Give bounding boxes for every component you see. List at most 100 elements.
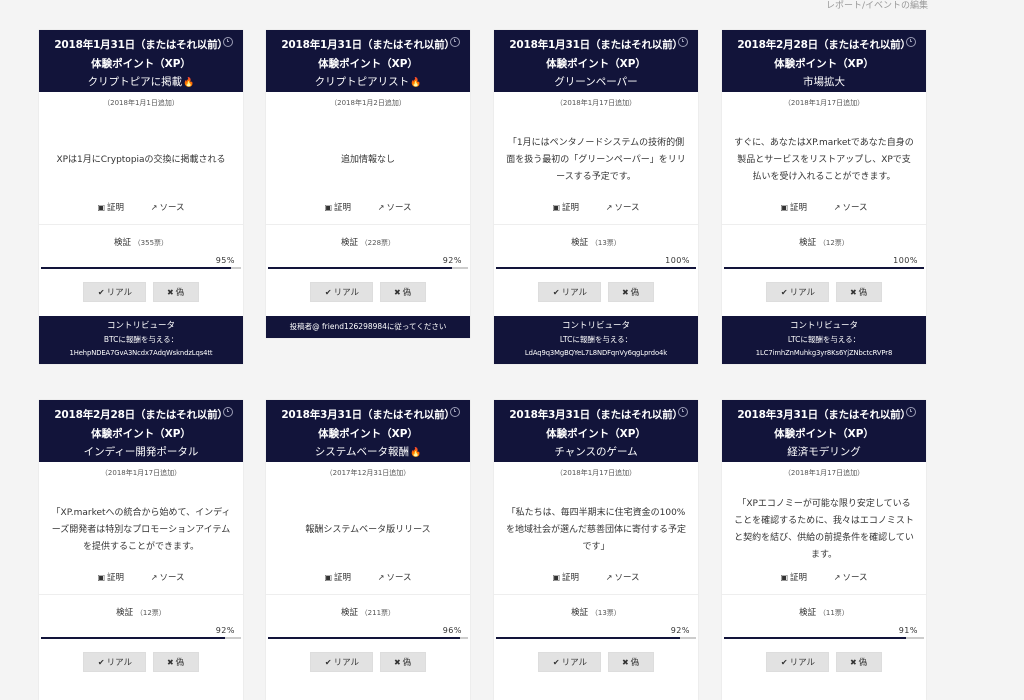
event-card: 2018年1月31日（またはそれ以前） 体験ポイント（XP） クリプトピアリスト… xyxy=(266,30,470,338)
vote-real-button[interactable]: ✔ リアル xyxy=(310,652,374,672)
added-date: （2017年12月31日追加） xyxy=(325,469,411,477)
event-title: チャンスのゲーム xyxy=(554,446,638,458)
divider xyxy=(39,224,243,225)
coin-name: 体験ポイント（XP） xyxy=(91,428,191,440)
vote-count: （11票） xyxy=(818,609,849,617)
vote-percent: 100% xyxy=(665,256,690,265)
fire-icon: 🔥 xyxy=(409,448,422,458)
event-description: 報酬システムベータ版リリース xyxy=(305,524,431,535)
vote-fake-button[interactable]: ✖ 偽 xyxy=(835,282,882,302)
proof-link[interactable]: ▣ 証明 xyxy=(552,201,579,213)
vote-fake-button[interactable]: ✖ 偽 xyxy=(152,282,199,302)
wallet-address: 1HehpNDEA7GvA3Ncdx7AdqWskndzLqs4tt xyxy=(69,349,213,357)
vote-count: （12票） xyxy=(818,239,849,247)
source-link[interactable]: ↗ ソース xyxy=(606,201,640,213)
source-link[interactable]: ↗ ソース xyxy=(151,571,185,583)
vote-fake-button[interactable]: ✖ 偽 xyxy=(379,652,426,672)
reward-label: BTCに報酬を与える： xyxy=(103,335,179,344)
vote-fake-button[interactable]: ✖ 偽 xyxy=(607,282,654,302)
event-date: 2018年1月31日（またはそれ以前） xyxy=(281,39,455,51)
event-description: XPは1月にCryptopiaの交換に掲載される xyxy=(56,154,226,165)
contributor-title: コントリビュータ xyxy=(106,321,175,331)
event-card: 2018年2月28日（またはそれ以前） 体験ポイント（XP） インディー開発ポー… xyxy=(39,400,243,700)
x-icon: ✖ xyxy=(849,288,857,297)
event-card: 2018年2月28日（またはそれ以前） 体験ポイント（XP） 市場拡大 （201… xyxy=(722,30,926,364)
check-icon: ✔ xyxy=(780,658,788,667)
added-date: （2018年1月17日追加） xyxy=(555,99,637,107)
event-date: 2018年3月31日（またはそれ以前） xyxy=(737,409,911,421)
clock-icon xyxy=(678,407,688,417)
external-link-icon: ↗ xyxy=(150,203,158,212)
edit-report-link[interactable]: レポート/イベントの編集 xyxy=(826,0,928,12)
vote-fake-button[interactable]: ✖ 偽 xyxy=(152,652,199,672)
event-date: 2018年1月31日（またはそれ以前） xyxy=(54,39,228,51)
vote-count: （228票） xyxy=(360,239,396,247)
source-link[interactable]: ↗ ソース xyxy=(834,571,868,583)
vote-progress-fill xyxy=(268,637,460,639)
vote-percent: 92% xyxy=(670,626,690,635)
card-links: ▣ 証明 ↗ ソース xyxy=(266,201,470,213)
image-icon: ▣ xyxy=(324,573,333,582)
coin-name: 体験ポイント（XP） xyxy=(318,428,418,440)
added-date: （2018年1月17日追加） xyxy=(555,469,637,477)
clock-icon xyxy=(223,37,233,47)
check-icon: ✔ xyxy=(324,288,332,297)
event-card: 2018年3月31日（またはそれ以前） 体験ポイント（XP） チャンスのゲーム … xyxy=(494,400,698,700)
event-description: 「1月にはペンタノードシステムの技術的側面を扱う最初の「グリーンペーパー」をリリ… xyxy=(506,137,686,182)
card-links: ▣ 証明 ↗ ソース xyxy=(494,571,698,583)
vote-real-button[interactable]: ✔ リアル xyxy=(766,282,830,302)
event-date: 2018年1月31日（またはそれ以前） xyxy=(509,39,683,51)
proof-link[interactable]: ▣ 証明 xyxy=(97,571,124,583)
event-description: すぐに、あなたはXP.marketであなた自身の製品とサービスをリストアップし、… xyxy=(734,137,914,182)
x-icon: ✖ xyxy=(166,658,174,667)
vote-progress-fill xyxy=(268,267,452,269)
card-links: ▣ 証明 ↗ ソース xyxy=(266,571,470,583)
coin-name: 体験ポイント（XP） xyxy=(318,58,418,70)
source-link[interactable]: ↗ ソース xyxy=(834,201,868,213)
vote-real-button[interactable]: ✔ リアル xyxy=(83,282,147,302)
vote-real-button[interactable]: ✔ リアル xyxy=(83,652,147,672)
proof-link[interactable]: ▣ 証明 xyxy=(324,571,351,583)
event-title: 市場拡大 xyxy=(803,76,845,88)
proof-link[interactable]: ▣ 証明 xyxy=(552,571,579,583)
submitter-footer[interactable]: 投稿者@ friend126298984に従ってください xyxy=(266,316,470,338)
external-link-icon: ↗ xyxy=(833,203,841,212)
card-header: 2018年3月31日（またはそれ以前） 体験ポイント（XP） 経済モデリング xyxy=(722,400,926,462)
vote-fake-button[interactable]: ✖ 偽 xyxy=(379,282,426,302)
vote-label: 検証 （13票） xyxy=(571,608,621,618)
vote-real-button[interactable]: ✔ リアル xyxy=(538,652,602,672)
source-link[interactable]: ↗ ソース xyxy=(606,571,640,583)
vote-percent: 95% xyxy=(215,256,235,265)
contributor-footer: コントリビュータ BTCに報酬を与える： 1HehpNDEA7GvA3Ncdx7Ad… xyxy=(39,316,243,364)
vote-progress-fill xyxy=(724,637,906,639)
proof-link[interactable]: ▣ 証明 xyxy=(780,571,807,583)
source-link[interactable]: ↗ ソース xyxy=(378,571,412,583)
vote-real-button[interactable]: ✔ リアル xyxy=(766,652,830,672)
vote-fake-button[interactable]: ✖ 偽 xyxy=(835,652,882,672)
vote-fake-button[interactable]: ✖ 偽 xyxy=(607,652,654,672)
proof-link[interactable]: ▣ 証明 xyxy=(780,201,807,213)
vote-progress-bar xyxy=(41,637,241,639)
source-link[interactable]: ↗ ソース xyxy=(151,201,185,213)
vote-count: （12票） xyxy=(135,609,166,617)
reward-label: LTCに報酬を与える： xyxy=(559,335,633,344)
event-title: グリーンペーパー xyxy=(554,76,638,88)
vote-progress-bar xyxy=(724,267,924,269)
event-date: 2018年2月28日（またはそれ以前） xyxy=(54,409,228,421)
proof-link[interactable]: ▣ 証明 xyxy=(324,201,351,213)
divider xyxy=(494,224,698,225)
divider xyxy=(494,594,698,595)
event-description: 「XP.marketへの統合から始めて、インディーズ開発者は特別なプロモーション… xyxy=(51,507,231,552)
event-card: 2018年1月31日（またはそれ以前） 体験ポイント（XP） グリーンペーパー … xyxy=(494,30,698,364)
event-description: 「XPエコノミーが可能な限り安定していることを確認するために、我々はエコノミスト… xyxy=(734,499,914,560)
proof-link[interactable]: ▣ 証明 xyxy=(97,201,124,213)
card-links: ▣ 証明 ↗ ソース xyxy=(39,201,243,213)
vote-real-button[interactable]: ✔ リアル xyxy=(310,282,374,302)
contributor-title: コントリビュータ xyxy=(789,321,858,331)
contributor-footer: コントリビュータ LTCに報酬を与える： 1LC7imhZnMuhkg3yr8Ks6… xyxy=(722,316,926,364)
vote-real-button[interactable]: ✔ リアル xyxy=(538,282,602,302)
vote-percent: 96% xyxy=(442,626,462,635)
vote-count: （355票） xyxy=(133,239,169,247)
vote-buttons: ✔ リアル ✖ 偽 xyxy=(494,282,698,302)
source-link[interactable]: ↗ ソース xyxy=(378,201,412,213)
